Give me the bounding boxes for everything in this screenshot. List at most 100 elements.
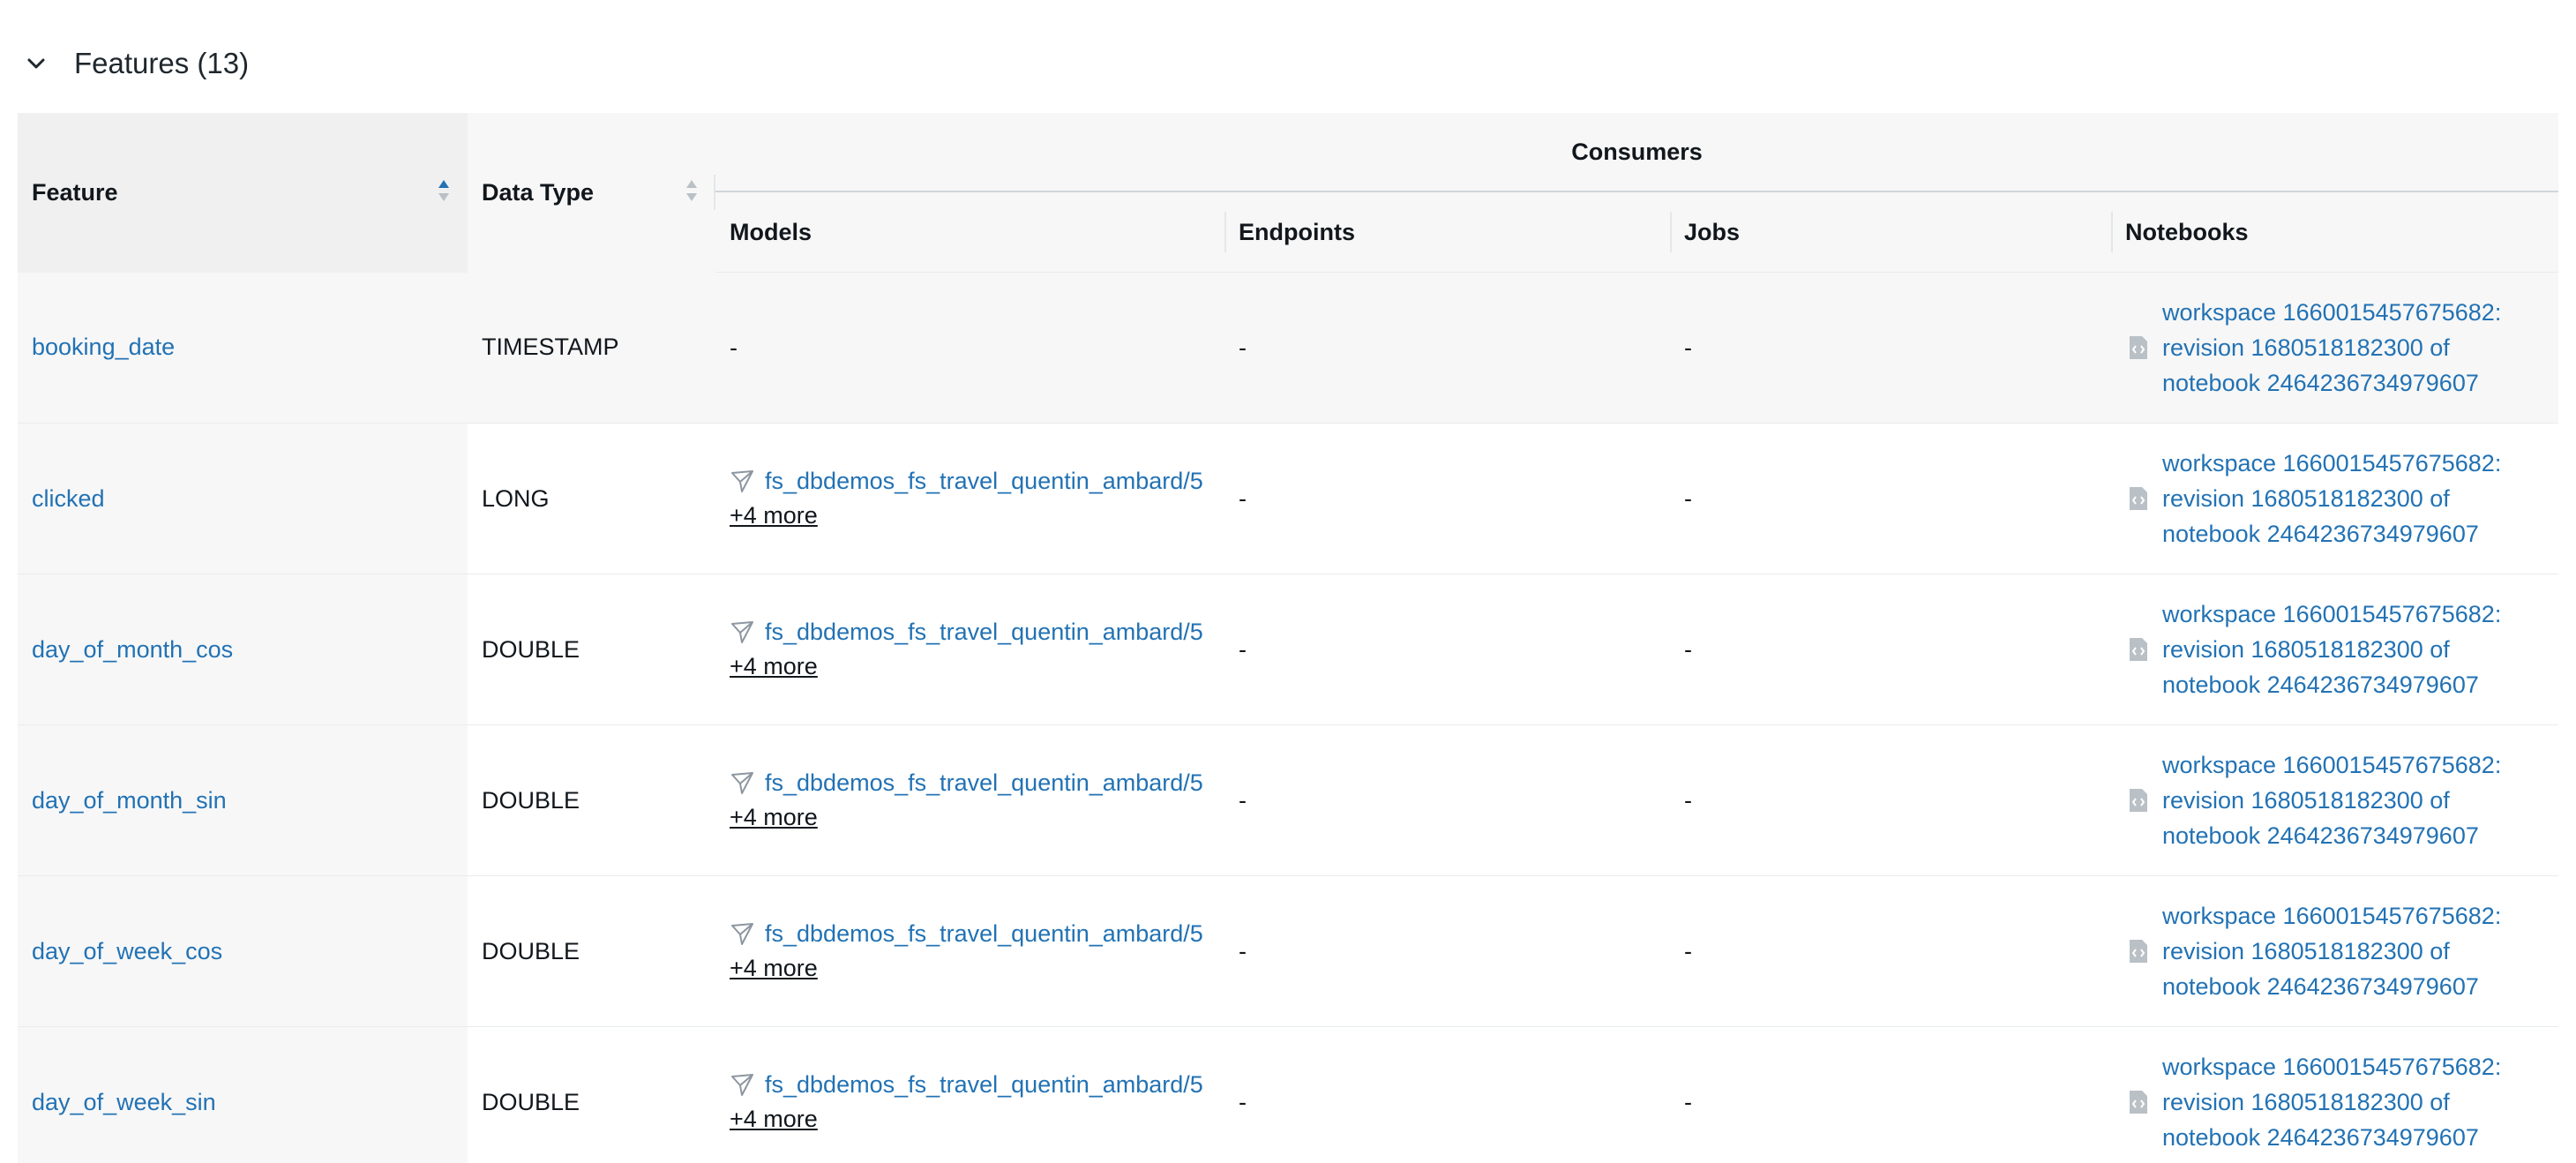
table-row: clicked LONG fs_dbdemos_fs_travel_quenti… bbox=[18, 423, 2558, 574]
model-icon bbox=[731, 922, 753, 945]
models-empty: - bbox=[730, 334, 738, 361]
feature-header-label: Feature bbox=[32, 178, 118, 206]
jobs-header-label: Jobs bbox=[1684, 218, 1741, 245]
jobs-value: - bbox=[1684, 937, 1692, 964]
more-models-link[interactable]: +4 more bbox=[730, 1106, 818, 1133]
table-row: day_of_month_sin DOUBLE fs_dbdemos_fs_tr… bbox=[18, 724, 2558, 876]
feature-link[interactable]: day_of_month_cos bbox=[32, 636, 233, 663]
table-row: day_of_week_sin DOUBLE fs_dbdemos_fs_tra… bbox=[18, 1026, 2558, 1163]
model-link[interactable]: fs_dbdemos_fs_travel_quentin_ambard/5 bbox=[765, 769, 1203, 797]
feature-link[interactable]: day_of_week_sin bbox=[32, 1089, 216, 1115]
data-type-cell: DOUBLE bbox=[468, 574, 715, 725]
endpoints-cell: - bbox=[1224, 1026, 1670, 1163]
notebooks-cell: workspace 1660015457675682: revision 168… bbox=[2111, 1026, 2558, 1163]
more-models-link[interactable]: +4 more bbox=[730, 653, 818, 680]
endpoints-value: - bbox=[1239, 937, 1247, 964]
chevron-down-icon[interactable] bbox=[25, 52, 48, 75]
notebooks-cell: workspace 1660015457675682: revision 168… bbox=[2111, 574, 2558, 725]
jobs-cell: - bbox=[1670, 272, 2111, 424]
notebook-link[interactable]: workspace 1660015457675682: revision 168… bbox=[2162, 1049, 2544, 1155]
models-cell: fs_dbdemos_fs_travel_quentin_ambard/5 +4… bbox=[715, 1026, 1224, 1163]
endpoints-value: - bbox=[1239, 786, 1247, 814]
table-row: day_of_week_cos DOUBLE fs_dbdemos_fs_tra… bbox=[18, 875, 2558, 1027]
more-models-link[interactable]: +4 more bbox=[730, 955, 818, 982]
data-type-cell: DOUBLE bbox=[468, 1026, 715, 1163]
feature-cell: day_of_week_cos bbox=[18, 875, 468, 1027]
feature-link[interactable]: day_of_month_sin bbox=[32, 787, 227, 814]
feature-cell: clicked bbox=[18, 423, 468, 574]
notebook-icon bbox=[2130, 487, 2147, 510]
jobs-cell: - bbox=[1670, 875, 2111, 1027]
notebooks-cell: workspace 1660015457675682: revision 168… bbox=[2111, 875, 2558, 1027]
column-divider bbox=[1670, 212, 1672, 252]
features-table-container: Feature Data Type Consumers Models Endpo… bbox=[18, 113, 2558, 1163]
notebooks-column-header: Notebooks bbox=[2111, 191, 2558, 273]
sort-icon[interactable] bbox=[684, 176, 700, 205]
jobs-value: - bbox=[1684, 1088, 1692, 1115]
notebook-link[interactable]: workspace 1660015457675682: revision 168… bbox=[2162, 446, 2544, 551]
model-link[interactable]: fs_dbdemos_fs_travel_quentin_ambard/5 bbox=[765, 619, 1203, 646]
column-divider bbox=[2111, 212, 2113, 252]
data-type-header-label: Data Type bbox=[482, 178, 595, 206]
consumers-group-header: Consumers bbox=[715, 113, 2558, 192]
model-icon bbox=[731, 1073, 753, 1096]
notebooks-cell: workspace 1660015457675682: revision 168… bbox=[2111, 272, 2558, 424]
table-row: day_of_month_cos DOUBLE fs_dbdemos_fs_tr… bbox=[18, 574, 2558, 725]
model-icon bbox=[731, 771, 753, 794]
notebook-icon bbox=[2130, 336, 2147, 359]
jobs-cell: - bbox=[1670, 423, 2111, 574]
more-models-link[interactable]: +4 more bbox=[730, 502, 818, 529]
model-link[interactable]: fs_dbdemos_fs_travel_quentin_ambard/5 bbox=[765, 468, 1203, 495]
data-type-column-header[interactable]: Data Type bbox=[468, 113, 715, 273]
feature-cell: day_of_month_cos bbox=[18, 574, 468, 725]
notebook-link[interactable]: workspace 1660015457675682: revision 168… bbox=[2162, 898, 2544, 1004]
notebook-icon bbox=[2130, 638, 2147, 661]
jobs-cell: - bbox=[1670, 574, 2111, 725]
jobs-value: - bbox=[1684, 484, 1692, 512]
endpoints-cell: - bbox=[1224, 724, 1670, 876]
feature-link[interactable]: clicked bbox=[32, 485, 105, 512]
sort-ascending-icon[interactable] bbox=[436, 176, 452, 205]
features-section-toggle[interactable]: Features (13) bbox=[25, 39, 249, 88]
endpoints-value: - bbox=[1239, 635, 1247, 663]
endpoints-cell: - bbox=[1224, 574, 1670, 725]
models-cell: fs_dbdemos_fs_travel_quentin_ambard/5 +4… bbox=[715, 724, 1224, 876]
notebook-link[interactable]: workspace 1660015457675682: revision 168… bbox=[2162, 747, 2544, 853]
endpoints-cell: - bbox=[1224, 875, 1670, 1027]
endpoints-value: - bbox=[1239, 484, 1247, 512]
model-link[interactable]: fs_dbdemos_fs_travel_quentin_ambard/5 bbox=[765, 1071, 1203, 1099]
feature-column-header[interactable]: Feature bbox=[18, 113, 468, 273]
jobs-cell: - bbox=[1670, 724, 2111, 876]
notebook-icon bbox=[2130, 789, 2147, 812]
feature-cell: day_of_month_sin bbox=[18, 724, 468, 876]
notebook-icon bbox=[2130, 1091, 2147, 1114]
endpoints-column-header: Endpoints bbox=[1224, 191, 1670, 273]
models-cell: - bbox=[715, 272, 1224, 424]
feature-cell: day_of_week_sin bbox=[18, 1026, 468, 1163]
notebooks-cell: workspace 1660015457675682: revision 168… bbox=[2111, 423, 2558, 574]
model-icon bbox=[731, 469, 753, 492]
endpoints-cell: - bbox=[1224, 423, 1670, 574]
endpoints-cell: - bbox=[1224, 272, 1670, 424]
jobs-column-header: Jobs bbox=[1670, 191, 2111, 273]
model-link[interactable]: fs_dbdemos_fs_travel_quentin_ambard/5 bbox=[765, 920, 1203, 948]
notebook-link[interactable]: workspace 1660015457675682: revision 168… bbox=[2162, 597, 2544, 702]
data-type-cell: DOUBLE bbox=[468, 875, 715, 1027]
jobs-value: - bbox=[1684, 635, 1692, 663]
jobs-value: - bbox=[1684, 334, 1692, 361]
feature-link[interactable]: booking_date bbox=[32, 334, 175, 360]
table-row: booking_date TIMESTAMP - - - workspace 1… bbox=[18, 272, 2558, 424]
notebooks-cell: workspace 1660015457675682: revision 168… bbox=[2111, 724, 2558, 876]
models-header-label: Models bbox=[730, 218, 812, 245]
data-type-cell: DOUBLE bbox=[468, 724, 715, 876]
column-divider bbox=[1224, 212, 1226, 252]
jobs-value: - bbox=[1684, 786, 1692, 814]
features-table: Feature Data Type Consumers Models Endpo… bbox=[18, 113, 2558, 1163]
more-models-link[interactable]: +4 more bbox=[730, 804, 818, 831]
endpoints-value: - bbox=[1239, 1088, 1247, 1115]
notebook-link[interactable]: workspace 1660015457675682: revision 168… bbox=[2162, 295, 2544, 401]
notebook-icon bbox=[2130, 940, 2147, 963]
jobs-cell: - bbox=[1670, 1026, 2111, 1163]
feature-link[interactable]: day_of_week_cos bbox=[32, 938, 222, 964]
models-cell: fs_dbdemos_fs_travel_quentin_ambard/5 +4… bbox=[715, 423, 1224, 574]
